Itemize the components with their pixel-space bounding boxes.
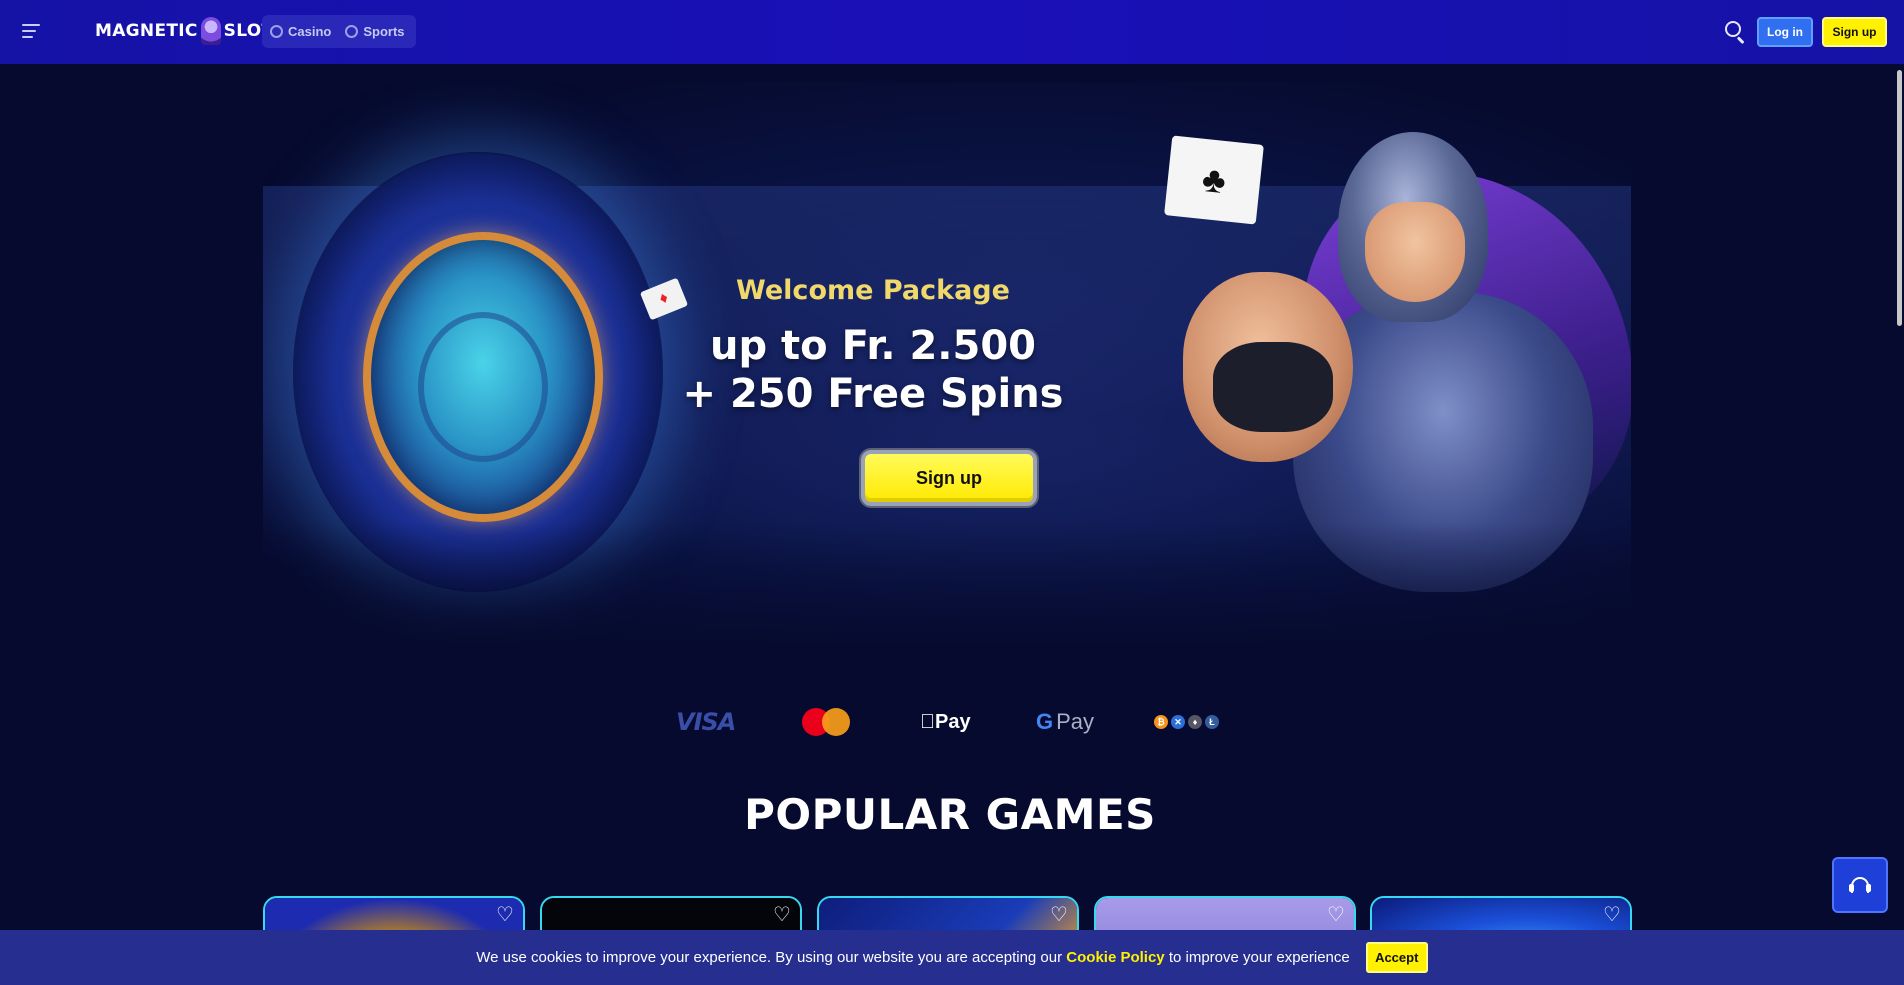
heart-icon[interactable]: ♡ [1049, 905, 1069, 925]
bitcoin-icon: ₿ [1154, 715, 1168, 729]
nav-casino-label: Casino [288, 24, 332, 39]
crypto-logos: ₿ ✕ ♦ Ł [1154, 706, 1224, 738]
cookie-text-after: to improve your experience [1164, 949, 1350, 966]
hero-banner: ♦ ♣ Welcome Package up to Fr. 2.500 + 25… [263, 82, 1631, 670]
ethereum-icon: ♦ [1188, 715, 1202, 729]
nav-sports[interactable]: Sports [345, 24, 405, 39]
cookie-text-before: We use cookies to improve your experienc… [476, 949, 1067, 966]
sports-ball-icon [345, 25, 359, 38]
bonus-spins: + 250 Free Spins [682, 371, 1064, 417]
heart-icon[interactable]: ♡ [772, 905, 792, 925]
logo-mascot-icon [200, 17, 221, 45]
scrollbar-thumb[interactable] [1897, 70, 1902, 326]
heart-icon[interactable]: ♡ [1326, 905, 1346, 925]
main-nav: Casino Sports [262, 15, 416, 48]
heart-icon[interactable]: ♡ [1602, 905, 1622, 925]
nav-casino[interactable]: Casino [270, 24, 331, 39]
hero-signup-button[interactable]: Sign up [861, 450, 1037, 506]
nav-sports-label: Sports [363, 24, 405, 39]
welcome-package-title: Welcome Package [736, 275, 1010, 306]
logo-text-left: MAGNETIC [95, 21, 198, 41]
page-scrollbar[interactable] [1896, 64, 1904, 985]
google-pay-label: Pay [1056, 709, 1095, 734]
header-signup-button[interactable]: Sign up [1822, 17, 1887, 47]
bonus-amount: up to Fr. 2.500 [710, 323, 1036, 369]
mastercard-logo [802, 706, 852, 738]
headset-icon [1849, 875, 1871, 895]
search-icon[interactable] [1725, 21, 1747, 44]
visa-logo: VISA [676, 708, 736, 736]
apple-pay-label: Pay [920, 710, 971, 733]
ripple-icon: ✕ [1171, 715, 1185, 729]
casino-chip-icon [270, 25, 283, 38]
cookie-message: We use cookies to improve your experienc… [476, 949, 1350, 966]
apple-pay-logo:  Pay [920, 706, 974, 738]
live-support-button[interactable] [1832, 857, 1888, 913]
payment-methods: VISA  Pay G Pay ₿ ✕ ♦ Ł [676, 706, 1224, 738]
google-pay-logo: G Pay [1036, 706, 1098, 738]
accept-cookies-button[interactable]: Accept [1365, 942, 1428, 973]
cookie-policy-link[interactable]: Cookie Policy [1066, 949, 1164, 966]
site-logo[interactable]: MAGNETIC SLOTS [95, 16, 286, 46]
popular-games-title: POPULAR GAMES [744, 790, 1156, 839]
litecoin-icon: Ł [1205, 715, 1219, 729]
cookie-banner: We use cookies to improve your experienc… [0, 930, 1904, 985]
heart-icon[interactable]: ♡ [495, 905, 515, 925]
menu-icon[interactable] [22, 24, 42, 40]
login-button[interactable]: Log in [1757, 17, 1813, 47]
bonus-headline: up to Fr. 2.500 + 250 Free Spins [653, 322, 1093, 418]
google-g-icon: G [1036, 709, 1054, 734]
hero-copy: Welcome Package up to Fr. 2.500 + 250 Fr… [263, 82, 1631, 670]
top-header: MAGNETIC SLOTS Casino Sports Log in Sign… [0, 0, 1904, 64]
apple-icon:  [920, 711, 935, 734]
